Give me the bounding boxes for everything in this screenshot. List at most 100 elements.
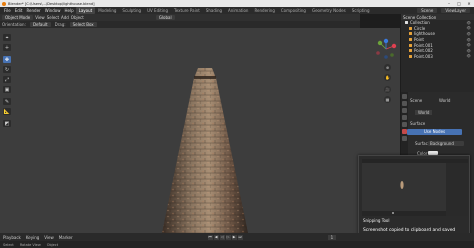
mesh-icon: [409, 32, 412, 36]
status-rotate-view: Rotate View: [19, 242, 41, 247]
timeline-header: Playback Keying View Marker ⏮ ◀ ◁ ▷ ▶ ⏭ …: [0, 233, 474, 241]
light-icon: [409, 38, 412, 42]
perspective-toggle-icon[interactable]: ▦: [384, 96, 391, 103]
workspace-tab-sculpting[interactable]: Sculpting: [119, 7, 144, 14]
workspace-tab-animation[interactable]: Animation: [225, 7, 251, 14]
outliner-item-label: Point.003: [414, 53, 433, 59]
view-menu[interactable]: View: [35, 15, 45, 20]
outliner-item-label: Collection: [410, 20, 430, 26]
eye-icon[interactable]: 👁: [467, 21, 471, 25]
workspace-tab-uv-editing[interactable]: UV Editing: [144, 7, 171, 14]
render-tab-icon[interactable]: [402, 101, 407, 106]
playback-controls: ⏮ ◀ ◁ ▷ ▶ ⏭: [207, 234, 243, 240]
scale-tool-icon[interactable]: ⤢: [3, 76, 11, 83]
mode-dropdown[interactable]: Object Mode: [2, 15, 34, 20]
world-name-field[interactable]: World: [415, 110, 433, 115]
viewlayer-selector[interactable]: ViewLayer: [441, 8, 470, 13]
screenshot-thumbnail[interactable]: [362, 159, 468, 216]
playback-menu[interactable]: Playback: [3, 235, 21, 240]
view-layer-tab-icon[interactable]: [402, 115, 407, 120]
workspace-tab-shading[interactable]: Shading: [203, 7, 225, 14]
eye-icon[interactable]: 👁: [467, 49, 471, 53]
play-reverse-icon[interactable]: ◁: [219, 234, 225, 240]
play-icon[interactable]: ▷: [225, 234, 231, 240]
menu-window[interactable]: Window: [43, 8, 63, 13]
minimize-button[interactable]: –: [444, 0, 454, 7]
scene-selector[interactable]: Scene: [417, 8, 438, 13]
tool-tab-icon[interactable]: [402, 94, 407, 99]
output-tab-icon[interactable]: [402, 108, 407, 113]
current-frame-field[interactable]: 1: [327, 234, 337, 240]
eye-icon[interactable]: 👁: [467, 26, 471, 30]
select-tool-icon[interactable]: ⌖: [3, 34, 11, 41]
transform-orientation-dropdown[interactable]: Global: [155, 15, 175, 20]
select-menu[interactable]: Select: [47, 15, 59, 20]
next-key-icon[interactable]: ▶: [231, 234, 237, 240]
move-tool-icon[interactable]: ✥: [3, 56, 11, 63]
jump-end-icon[interactable]: ⏭: [237, 234, 243, 240]
camera-view-icon[interactable]: 🎥: [384, 86, 391, 93]
blender-logo-icon: [2, 1, 6, 6]
workspace-tab-scripting[interactable]: Scripting: [349, 7, 373, 14]
eye-icon[interactable]: 👁: [467, 43, 471, 47]
window-controls: – □ ✕: [444, 0, 474, 7]
cursor-tool-icon[interactable]: +: [3, 44, 11, 51]
drag-dropdown[interactable]: Select Box: [69, 22, 97, 27]
world-breadcrumb: World: [439, 98, 451, 103]
prev-key-icon[interactable]: ◀: [213, 234, 219, 240]
workspace-tab-modeling[interactable]: Modeling: [95, 7, 119, 14]
menu-render[interactable]: Render: [24, 8, 42, 13]
window-titlebar: Blender* [C:\Users\...\Desktop\lighthous…: [0, 0, 474, 7]
tool-settings-bar: Orientation: Default Drag: Select Box: [0, 21, 360, 28]
outliner-panel: Scene Collection Collection 👁 Circle 👁 l…: [401, 14, 474, 92]
annotate-tool-icon[interactable]: ✎: [3, 98, 11, 105]
light-icon: [409, 54, 412, 58]
workspace-tab-rendering[interactable]: Rendering: [251, 7, 277, 14]
surface-dropdown[interactable]: Background: [428, 141, 464, 146]
workspace-tab-layout[interactable]: Layout: [75, 7, 96, 14]
navigation-gizmo[interactable]: [372, 38, 400, 60]
outliner-item[interactable]: Point.003 👁: [401, 54, 474, 60]
snipping-tool-title: Snipping Tool: [363, 218, 390, 223]
frame-range: 1: [327, 234, 337, 240]
scene-tab-icon[interactable]: [402, 122, 407, 127]
viewport-header: Object Mode View Select Add Object Globa…: [0, 14, 360, 21]
workspace-tab-compositing[interactable]: Compositing: [278, 7, 309, 14]
orientation-dropdown[interactable]: Default: [29, 22, 51, 27]
top-menubar: File Edit Render Window Help Layout Mode…: [0, 7, 474, 14]
transform-tool-icon[interactable]: ▣: [3, 86, 11, 93]
surface-section-header[interactable]: Surface: [410, 121, 425, 126]
status-select: Select: [3, 242, 14, 247]
collection-icon: [405, 21, 408, 25]
object-menu[interactable]: Object: [71, 15, 84, 20]
maximize-button[interactable]: □: [454, 0, 464, 7]
eye-icon[interactable]: 👁: [467, 38, 471, 42]
snipping-tool-notification[interactable]: Snipping Tool Screenshot copied to clipb…: [358, 155, 470, 245]
outliner-item-label: Point.002: [414, 48, 433, 54]
3d-viewport[interactable]: ⌖ + ✥ ↻ ⤢ ▣ ✎ 📐 ◩ ⊕ ✋ 🎥 ▦: [0, 28, 400, 233]
zoom-icon[interactable]: ⊕: [384, 64, 391, 71]
pan-hand-icon[interactable]: ✋: [384, 74, 391, 81]
workspace-tab-texture-paint[interactable]: Texture Paint: [171, 7, 203, 14]
object-tab-icon[interactable]: [402, 136, 407, 141]
keying-menu[interactable]: Keying: [26, 235, 39, 240]
workspace-tab-geometry-nodes[interactable]: Geometry Nodes: [309, 7, 349, 14]
menu-file[interactable]: File: [2, 8, 13, 13]
view-menu-timeline[interactable]: View: [44, 235, 54, 240]
add-cube-tool-icon[interactable]: ◩: [3, 120, 11, 127]
eye-icon[interactable]: 👁: [467, 54, 471, 58]
use-nodes-button[interactable]: Use Nodes: [407, 129, 462, 135]
add-menu[interactable]: Add: [61, 15, 69, 20]
eye-icon[interactable]: 👁: [467, 32, 471, 36]
light-icon: [409, 43, 412, 47]
marker-menu[interactable]: Marker: [59, 235, 73, 240]
window-title: Blender* [C:\Users\...\Desktop\lighthous…: [8, 1, 95, 6]
outliner-item-label: Point.001: [414, 42, 433, 48]
jump-start-icon[interactable]: ⏮: [207, 234, 213, 240]
close-button[interactable]: ✕: [464, 0, 474, 7]
status-bar: Select Rotate View Object: [0, 241, 474, 248]
rotate-tool-icon[interactable]: ↻: [3, 66, 11, 73]
menu-help[interactable]: Help: [62, 8, 75, 13]
measure-tool-icon[interactable]: 📐: [3, 108, 11, 115]
menu-edit[interactable]: Edit: [13, 8, 25, 13]
